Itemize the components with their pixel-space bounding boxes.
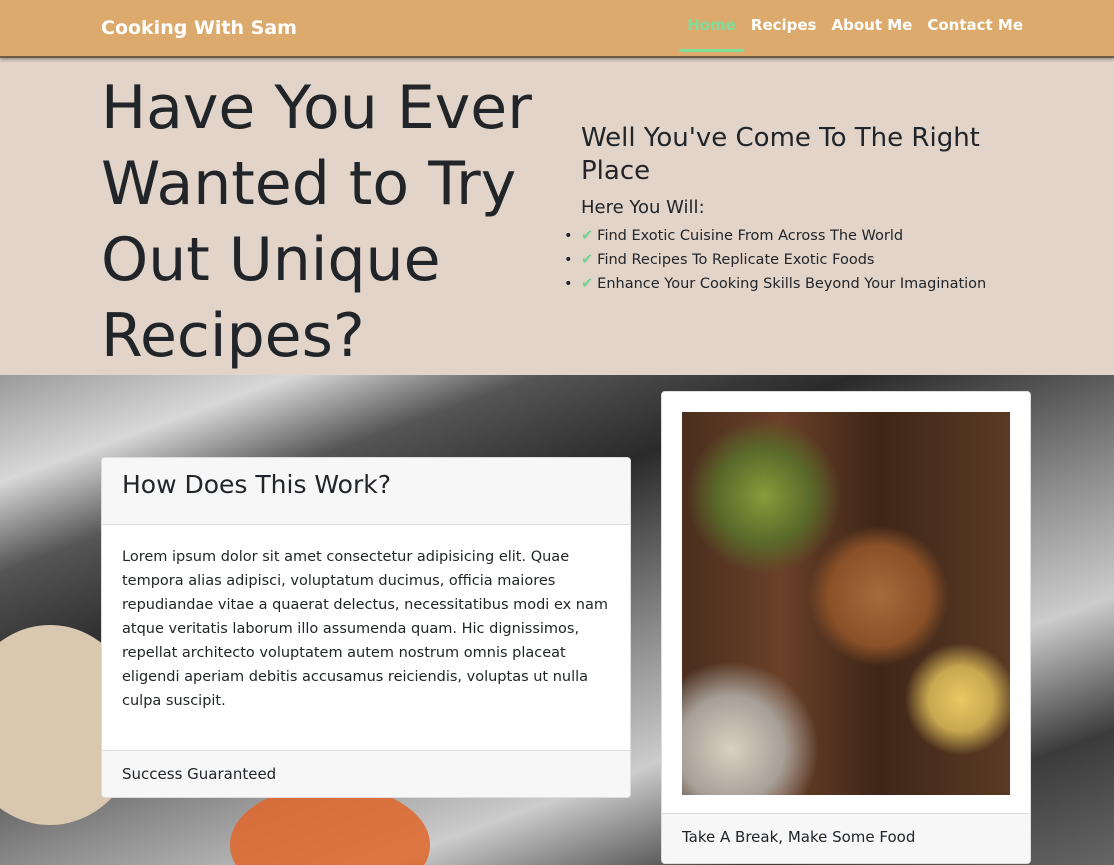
hero-lead: Here You Will:: [581, 197, 705, 218]
nav-links: Home Recipes About Me Contact Me: [679, 16, 1023, 52]
food-image: [682, 412, 1010, 795]
info-card: How Does This Work? Lorem ipsum dolor si…: [101, 457, 631, 798]
feature-list: ✔Find Exotic Cuisine From Across The Wor…: [564, 224, 1001, 296]
kitchen-background-image: How Does This Work? Lorem ipsum dolor si…: [0, 375, 1114, 865]
nav-recipes[interactable]: Recipes: [751, 16, 817, 46]
nav-home[interactable]: Home: [679, 16, 744, 52]
list-item: ✔Find Recipes To Replicate Exotic Foods: [564, 248, 1001, 272]
info-card-body: Lorem ipsum dolor sit amet consectetur a…: [122, 549, 609, 709]
list-item: ✔Find Exotic Cuisine From Across The Wor…: [564, 224, 1001, 248]
check-icon: ✔: [581, 252, 594, 268]
hero-title: Have You Ever Wanted to Try Out Unique R…: [101, 73, 532, 371]
list-item: ✔Enhance Your Cooking Skills Beyond Your…: [564, 272, 1001, 296]
brand-logo[interactable]: Cooking With Sam: [101, 17, 297, 39]
image-card-footer: Take A Break, Make Some Food: [662, 813, 1030, 863]
info-card-header: How Does This Work?: [102, 458, 630, 525]
nav-about[interactable]: About Me: [832, 16, 913, 46]
hero: Have You Ever Wanted to Try Out Unique R…: [0, 58, 1114, 375]
hero-subtitle: Well You've Come To The Right Place: [581, 123, 980, 186]
check-icon: ✔: [581, 228, 594, 244]
image-card: Take A Break, Make Some Food: [661, 391, 1031, 864]
nav-contact[interactable]: Contact Me: [927, 16, 1023, 46]
navbar: Cooking With Sam Home Recipes About Me C…: [0, 0, 1114, 58]
check-icon: ✔: [581, 276, 594, 292]
info-card-footer: Success Guaranteed: [102, 750, 630, 797]
